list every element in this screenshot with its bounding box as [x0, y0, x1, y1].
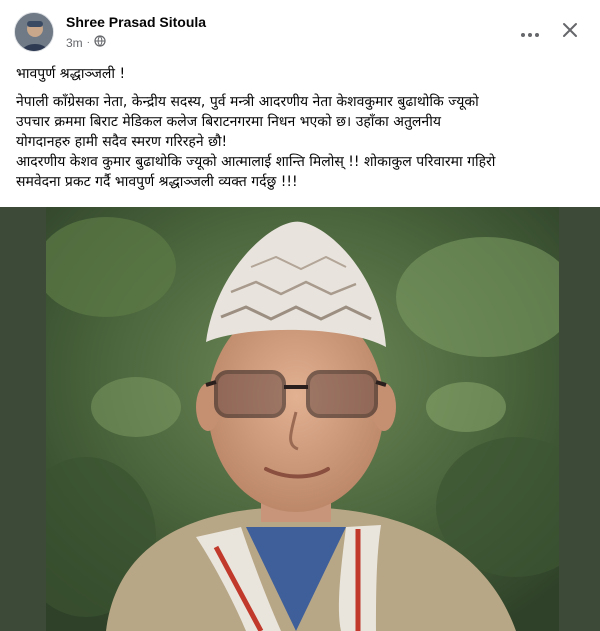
post-time[interactable]: 3m	[66, 36, 83, 50]
more-horizontal-icon	[520, 23, 540, 42]
author-avatar[interactable]	[14, 12, 54, 52]
post-text-line: आदरणीय केशव कुमार बुढाथोकि ज्यूको आत्माल…	[16, 154, 496, 170]
post-header: Shree Prasad Sitoula 3m ·	[14, 12, 586, 56]
author-name[interactable]: Shree Prasad Sitoula	[66, 14, 206, 30]
post-photo-container[interactable]	[0, 207, 600, 631]
post-text: भावपुर्ण श्रद्धाञ्जली ! नेपाली काँग्रेसक…	[16, 64, 586, 192]
avatar-image	[15, 13, 53, 51]
post-text-line: भावपुर्ण श्रद्धाञ्जली !	[16, 66, 126, 82]
close-button[interactable]	[554, 16, 586, 48]
close-icon	[562, 22, 578, 42]
post-meta: 3m ·	[66, 35, 106, 50]
post-text-line: योगदानहरु हामी सदैव स्मरण गरिरहने छौ!	[16, 134, 228, 150]
post-text-line: उपचार क्रममा बिराट मेडिकल कलेज बिराटनगरम…	[16, 114, 441, 130]
post-text-line: नेपाली काँग्रेसका नेता, केन्द्रीय सदस्य,…	[16, 94, 479, 110]
more-options-button[interactable]	[514, 16, 546, 48]
facebook-post: Shree Prasad Sitoula 3m · भावपुर्ण श्रद्…	[0, 0, 600, 631]
portrait-image	[46, 207, 559, 631]
post-photo[interactable]	[46, 207, 559, 631]
globe-icon[interactable]	[94, 35, 106, 50]
separator-dot: ·	[86, 37, 91, 48]
post-text-line: समवेदना प्रकट गर्दै भावपुर्ण श्रद्धाञ्जल…	[16, 174, 298, 190]
